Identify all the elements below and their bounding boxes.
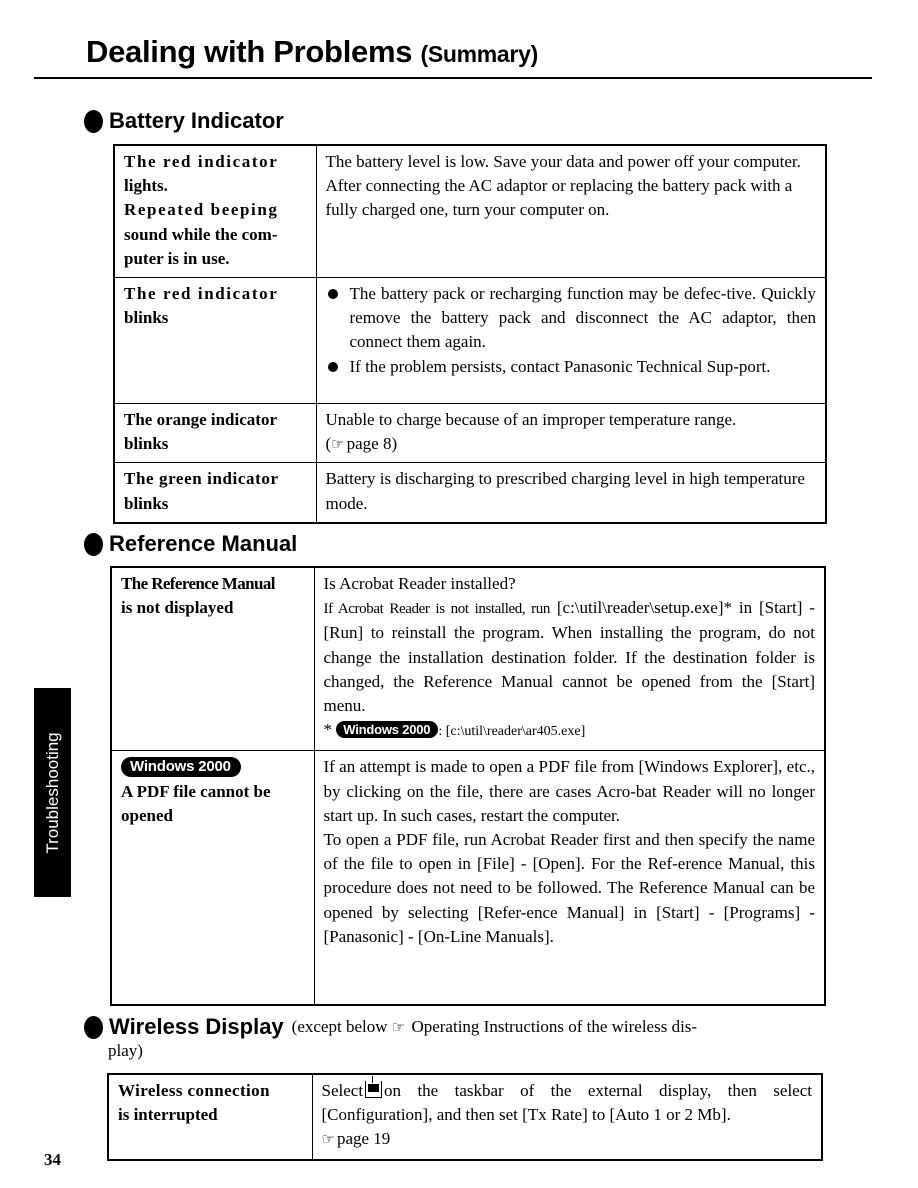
- issue-text: lights.: [124, 176, 168, 196]
- battery-table: The red indicator lights. Repeated beepi…: [113, 144, 827, 524]
- solution-cell: The battery level is low. Save your data…: [315, 144, 827, 279]
- footnote-mark: *: [323, 720, 333, 740]
- solution-text: To open a PDF file, run Acrobat Reader f…: [323, 830, 816, 946]
- page-number: 34: [44, 1150, 61, 1169]
- issue-text: is interrupted: [118, 1105, 218, 1125]
- solution-text: Select on the taskbar of the external dis…: [321, 1076, 813, 1127]
- page-reference-link[interactable]: page 8: [347, 434, 392, 453]
- section-title: Battery Indicator: [109, 108, 284, 133]
- table-row: The orange indicator blinks Unable to ch…: [113, 403, 827, 464]
- solution-cell: Battery is discharging to prescribed cha…: [315, 462, 827, 524]
- issue-cell: The orange indicator blinks: [113, 403, 317, 464]
- issue-text: sound while the com-puter is in use.: [124, 224, 278, 268]
- bullet-dot-icon: [84, 1015, 103, 1039]
- section-note-continued: play): [108, 1041, 143, 1060]
- issue-text: Wireless connection: [118, 1081, 270, 1100]
- section-heading-reference: Reference Manual: [84, 531, 297, 557]
- pointer-hand-icon: ☞: [321, 1130, 335, 1149]
- section-title: Wireless Display: [109, 1014, 284, 1039]
- note-link[interactable]: Operating Instructions of the wireless d…: [411, 1017, 697, 1036]
- solution-bullet-list: The battery pack or recharging function …: [326, 282, 817, 379]
- page-reference[interactable]: ☞ page 19: [322, 1127, 813, 1151]
- issue-cell: The Reference Manual is not displayed: [110, 566, 315, 752]
- table-row: Wireless connection is interrupted Selec…: [107, 1073, 823, 1161]
- issue-text: The green indicator: [124, 469, 279, 489]
- table-row: Windows 2000 A PDF file cannot be opened…: [110, 750, 826, 1006]
- issue-text: Repeated beeping: [124, 200, 279, 220]
- side-tab-label: Troubleshooting: [42, 731, 62, 854]
- solution-text: After connecting the AC adaptor or repla…: [325, 176, 793, 220]
- solution-text: The battery level is low. Save your data…: [325, 152, 801, 171]
- issue-cell: Wireless connection is interrupted: [107, 1073, 313, 1161]
- page-reference-link[interactable]: page 19: [337, 1129, 390, 1148]
- solution-cell: Select on the taskbar of the external dis…: [311, 1073, 823, 1161]
- solution-cell: Is Acrobat Reader installed? If Acrobat …: [313, 566, 826, 752]
- section-title: Reference Manual: [109, 531, 298, 556]
- footnote: * Windows 2000: [c:\util\reader\ar405.ex…: [324, 718, 816, 744]
- solution-text: Is Acrobat Reader installed?: [323, 574, 516, 593]
- solution-text: If Acrobat Reader is not installed, run …: [324, 596, 816, 718]
- issue-text: The red indicator: [124, 284, 279, 304]
- solution-text: Unable to charge because of an improper …: [325, 410, 737, 430]
- table-row: The Reference Manual is not displayed Is…: [110, 566, 826, 752]
- solution-text: Battery is discharging to prescribed cha…: [325, 469, 805, 513]
- page-title-suffix: (Summary): [420, 41, 538, 67]
- reference-table: The Reference Manual is not displayed Is…: [110, 566, 826, 1006]
- section-heading-battery: Battery Indicator: [84, 108, 284, 134]
- page-reference[interactable]: (☞ page 8): [326, 432, 817, 456]
- windows-2000-badge-icon: Windows 2000: [336, 721, 439, 739]
- solution-text-rest: on the taskbar of the external display, …: [321, 1081, 813, 1125]
- issue-text: The red indicator: [124, 152, 279, 171]
- section-heading-wireless: Wireless Display (except below ☞ Operati…: [84, 1014, 697, 1040]
- wireless-table: Wireless connection is interrupted Selec…: [107, 1073, 823, 1161]
- wireless-taskbar-icon: [365, 1076, 383, 1098]
- issue-text: blinks: [124, 434, 169, 454]
- note-prefix: (except below: [291, 1017, 388, 1036]
- solution-cell: If an attempt is made to open a PDF file…: [313, 750, 826, 1006]
- table-row: The red indicator lights. Repeated beepi…: [113, 144, 827, 279]
- issue-cell: The red indicator lights. Repeated beepi…: [113, 144, 317, 279]
- pointer-hand-icon: ☞: [391, 1018, 406, 1036]
- issue-cell: Windows 2000 A PDF file cannot be opened: [110, 750, 315, 1006]
- solution-cell: Unable to charge because of an improper …: [315, 403, 827, 464]
- page-title: Dealing with Problems (Summary): [86, 34, 538, 70]
- solution-text-start: Select: [321, 1081, 364, 1100]
- issue-cell: The green indicator blinks: [113, 462, 317, 524]
- pointer-hand-icon: ☞: [331, 435, 345, 454]
- table-row: The red indicator blinks The battery pac…: [113, 277, 827, 405]
- solution-text: If an attempt is made to open a PDF file…: [323, 757, 816, 825]
- list-item: If the problem persists, contact Panason…: [326, 355, 817, 379]
- issue-text: blinks: [124, 308, 169, 328]
- issue-text: blinks: [124, 493, 169, 513]
- page-title-main: Dealing with Problems: [86, 34, 413, 69]
- windows-2000-badge-icon: Windows 2000: [121, 757, 241, 778]
- solution-text-condensed: If Acrobat Reader is not installed, run: [323, 601, 551, 618]
- issue-text: is not displayed: [121, 598, 234, 618]
- solution-cell: The battery pack or recharging function …: [315, 277, 827, 405]
- bullet-dot-icon: [84, 532, 103, 556]
- issue-text: A PDF file cannot be opened: [121, 781, 271, 825]
- section-note: (except below ☞ Operating Instructions o…: [292, 1017, 697, 1037]
- list-item: The battery pack or recharging function …: [326, 282, 816, 355]
- issue-text: The orange indicator: [124, 410, 277, 430]
- issue-cell: The red indicator blinks: [113, 277, 317, 405]
- side-tab-troubleshooting: Troubleshooting: [34, 688, 71, 897]
- footnote-path: : [c:\util\reader\ar405.exe]: [438, 724, 586, 740]
- issue-text: The Reference Manual: [121, 574, 275, 593]
- table-row: The green indicator blinks Battery is di…: [113, 462, 827, 524]
- bullet-dot-icon: [84, 109, 103, 133]
- title-divider: [34, 77, 872, 79]
